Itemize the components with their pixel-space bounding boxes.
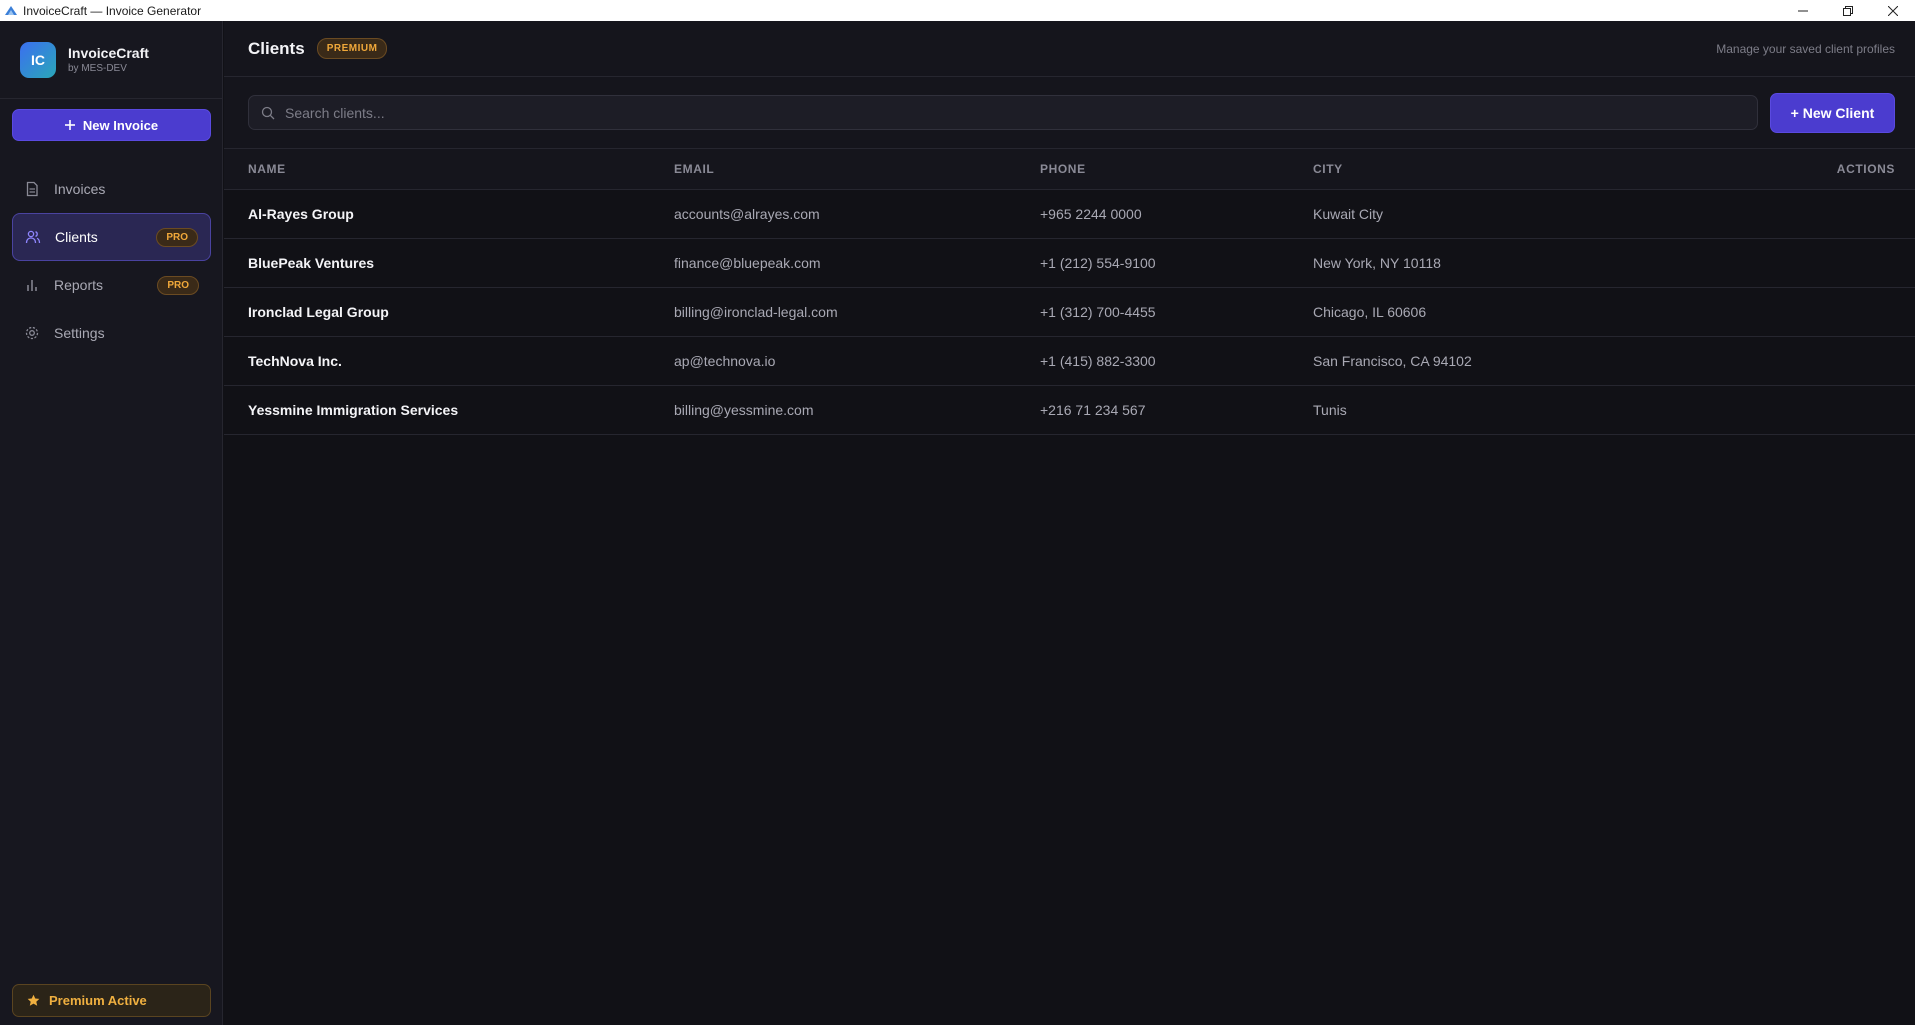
table-row[interactable]: Yessmine Immigration Services billing@ye… [224, 385, 1915, 435]
client-phone: +1 (212) 554-9100 [1040, 238, 1313, 288]
client-name: Ironclad Legal Group [224, 287, 674, 337]
brand-subtitle: by MES-DEV [68, 63, 127, 74]
minimize-button[interactable] [1780, 0, 1825, 21]
client-email: billing@yessmine.com [674, 385, 1040, 435]
client-actions [1733, 336, 1915, 386]
sidebar-item-settings[interactable]: Settings [12, 309, 211, 357]
window-titlebar: InvoiceCraft — Invoice Generator [0, 0, 1915, 21]
search-input[interactable] [285, 104, 1757, 121]
new-invoice-button[interactable]: New Invoice [12, 109, 211, 141]
search-icon [261, 106, 275, 120]
pro-badge: PRO [156, 227, 198, 247]
premium-active-status[interactable]: Premium Active [12, 984, 211, 1017]
client-email: finance@bluepeak.com [674, 238, 1040, 288]
sidebar-item-reports[interactable]: Reports PRO [12, 261, 211, 309]
document-icon [24, 181, 40, 197]
sidebar-nav: Invoices Clients PRO Reports PRO Setting… [12, 165, 211, 357]
brand-logo: IC [20, 41, 56, 78]
client-city: Tunis [1313, 385, 1733, 435]
toolbar: + New Client [224, 77, 1915, 149]
client-name: BluePeak Ventures [224, 238, 674, 288]
client-phone: +1 (415) 882-3300 [1040, 336, 1313, 386]
client-email: ap@technova.io [674, 336, 1040, 386]
plus-icon [64, 120, 75, 130]
column-header-city[interactable]: CITY [1313, 149, 1733, 190]
sidebar-item-label: Invoices [54, 181, 106, 197]
brand-text: InvoiceCraft by MES-DEV [68, 45, 149, 74]
client-city: San Francisco, CA 94102 [1313, 336, 1733, 386]
brand-name: InvoiceCraft [68, 45, 149, 61]
window-title: InvoiceCraft — Invoice Generator [23, 3, 202, 18]
sidebar-item-label: Clients [55, 229, 98, 245]
client-actions [1733, 287, 1915, 337]
client-name: Yessmine Immigration Services [224, 385, 674, 435]
restore-button[interactable] [1825, 0, 1870, 21]
client-city: New York, NY 10118 [1313, 238, 1733, 288]
client-city: Kuwait City [1313, 189, 1733, 239]
client-email: accounts@alrayes.com [674, 189, 1040, 239]
window-controls [1780, 0, 1915, 21]
sidebar-item-clients[interactable]: Clients PRO [12, 213, 211, 261]
search-box [248, 95, 1758, 130]
page-title: Clients [248, 38, 305, 58]
column-header-phone[interactable]: PHONE [1040, 149, 1313, 190]
clients-table: NAME EMAIL PHONE CITY ACTIONS Al-Rayes G… [224, 149, 1915, 435]
client-actions [1733, 189, 1915, 239]
client-city: Chicago, IL 60606 [1313, 287, 1733, 337]
client-actions [1733, 385, 1915, 435]
sidebar: IC InvoiceCraft by MES-DEV New Invoice I… [0, 21, 223, 1025]
column-header-email[interactable]: EMAIL [674, 149, 1040, 190]
premium-active-label: Premium Active [49, 993, 147, 1008]
close-button[interactable] [1870, 0, 1915, 21]
column-header-actions: ACTIONS [1733, 149, 1915, 190]
client-name: TechNova Inc. [224, 336, 674, 386]
client-phone: +1 (312) 700-4455 [1040, 287, 1313, 337]
table-row[interactable]: BluePeak Ventures finance@bluepeak.com +… [224, 238, 1915, 288]
pro-badge: PRO [157, 275, 199, 295]
star-icon [27, 994, 40, 1006]
premium-badge: PREMIUM [316, 38, 388, 59]
table-header: NAME EMAIL PHONE CITY ACTIONS [224, 149, 1915, 190]
page-description: Manage your saved client profiles [1716, 41, 1895, 56]
sidebar-item-invoices[interactable]: Invoices [12, 165, 211, 213]
new-invoice-label: New Invoice [82, 117, 159, 133]
table-row[interactable]: TechNova Inc. ap@technova.io +1 (415) 88… [224, 336, 1915, 386]
minimize-icon [1797, 10, 1808, 11]
main-content: Clients PREMIUM Manage your saved client… [224, 21, 1915, 1025]
gear-icon [24, 325, 40, 341]
client-email: billing@ironclad-legal.com [674, 287, 1040, 337]
client-phone: +216 71 234 567 [1040, 385, 1313, 435]
table-row[interactable]: Al-Rayes Group accounts@alrayes.com +965… [224, 189, 1915, 239]
brand: IC InvoiceCraft by MES-DEV [0, 21, 222, 99]
app-icon [4, 4, 18, 18]
client-actions [1733, 238, 1915, 288]
table-body: Al-Rayes Group accounts@alrayes.com +965… [224, 189, 1915, 435]
sidebar-item-label: Settings [54, 325, 105, 341]
page-header: Clients PREMIUM Manage your saved client… [224, 21, 1915, 77]
sidebar-item-label: Reports [54, 277, 104, 293]
client-phone: +965 2244 0000 [1040, 189, 1313, 239]
column-header-name[interactable]: NAME [224, 149, 674, 190]
client-name: Al-Rayes Group [224, 189, 674, 239]
table-row[interactable]: Ironclad Legal Group billing@ironclad-le… [224, 287, 1915, 337]
new-client-button[interactable]: + New Client [1770, 92, 1895, 133]
close-icon [1887, 5, 1898, 16]
restore-icon [1842, 5, 1853, 16]
bar-chart-icon [24, 277, 40, 293]
users-icon [25, 229, 41, 245]
